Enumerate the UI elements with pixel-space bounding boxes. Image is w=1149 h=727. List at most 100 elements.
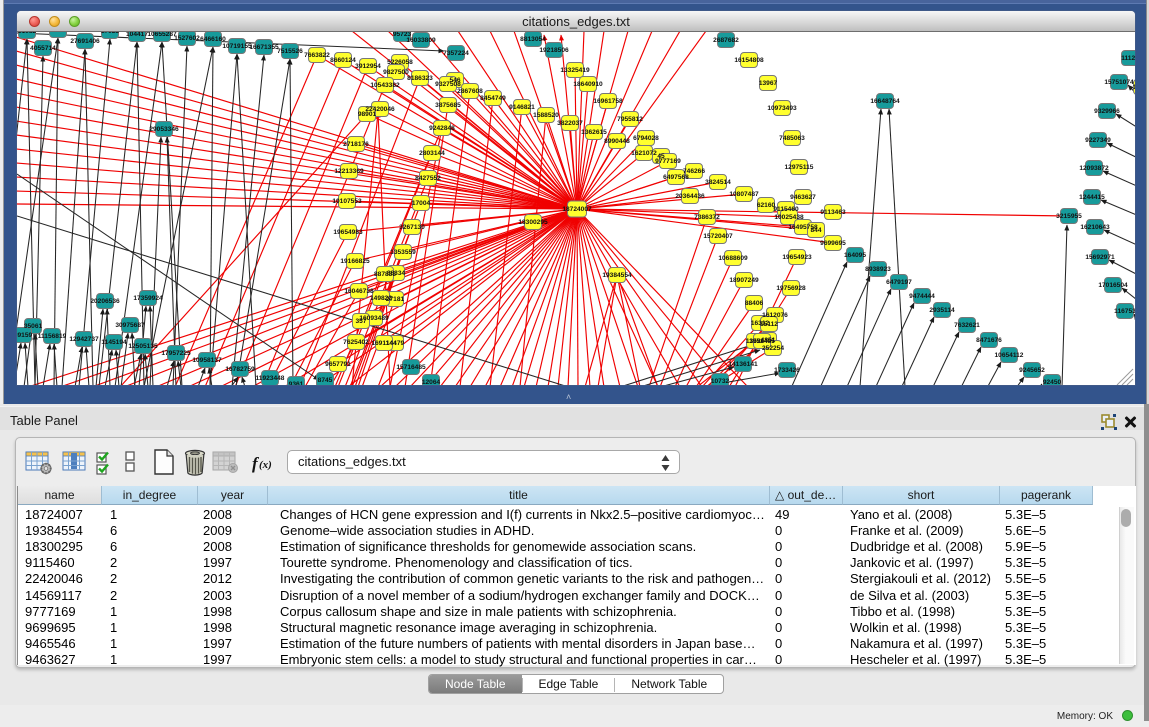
- svg-text:16154: 16154: [1133, 84, 1135, 91]
- svg-text:3875685: 3875685: [435, 102, 461, 109]
- svg-text:16210643: 16210643: [1080, 224, 1110, 231]
- svg-text:10688609: 10688609: [718, 255, 748, 262]
- svg-text:6479197: 6479197: [886, 279, 912, 286]
- svg-text:12942737: 12942737: [69, 336, 99, 343]
- svg-text:6794028: 6794028: [633, 135, 659, 142]
- svg-text:2718176: 2718176: [343, 141, 369, 148]
- svg-text:20206536: 20206536: [90, 298, 120, 305]
- svg-text:17957225: 17957225: [161, 350, 191, 357]
- svg-text:7386372: 7386372: [694, 214, 720, 221]
- svg-text:13325419: 13325419: [560, 67, 590, 74]
- svg-text:12064: 12064: [422, 379, 441, 386]
- svg-text:10107553: 10107553: [332, 198, 362, 205]
- svg-text:887833: 887833: [374, 271, 396, 278]
- svg-text:7955812: 7955812: [617, 116, 643, 123]
- svg-text:6497568: 6497568: [663, 174, 689, 181]
- svg-text:1527602: 1527602: [174, 35, 200, 42]
- svg-text:10719155: 10719155: [222, 43, 252, 50]
- svg-text:8813054: 8813054: [520, 36, 546, 43]
- svg-text:92450: 92450: [1043, 379, 1062, 386]
- svg-text:31082: 31082: [18, 32, 37, 35]
- svg-text:5226058: 5226058: [387, 59, 413, 66]
- svg-text:1612076: 1612076: [762, 312, 788, 319]
- svg-text:10958137: 10958137: [192, 357, 222, 364]
- svg-text:2803144: 2803144: [419, 150, 445, 157]
- svg-text:12975115: 12975115: [785, 164, 814, 171]
- svg-text:3822037: 3822037: [557, 120, 583, 127]
- svg-text:15112: 15112: [760, 321, 778, 328]
- svg-text:16782759: 16782759: [225, 366, 255, 373]
- svg-text:1952485: 1952485: [749, 338, 775, 345]
- svg-text:15720407: 15720407: [703, 233, 733, 240]
- svg-text:8660124: 8660124: [330, 57, 356, 64]
- svg-text:10732: 10732: [711, 378, 730, 385]
- svg-text:19218506: 19218506: [539, 47, 569, 54]
- svg-text:7485063: 7485063: [779, 135, 805, 142]
- svg-text:9361: 9361: [289, 381, 304, 386]
- svg-text:9327508: 9327508: [435, 81, 461, 88]
- svg-text:4055714: 4055714: [30, 45, 56, 52]
- svg-text:8471676: 8471676: [976, 337, 1002, 344]
- svg-text:10807487: 10807487: [729, 191, 759, 198]
- svg-text:(x): (x): [259, 459, 272, 471]
- svg-text:8454749: 8454749: [480, 95, 506, 102]
- svg-text:7632621: 7632621: [954, 322, 980, 329]
- svg-text:30975687: 30975687: [115, 322, 145, 329]
- svg-text:8427552: 8427552: [415, 175, 441, 182]
- svg-text:19384554: 19384554: [602, 272, 632, 279]
- svg-text:149822: 149822: [370, 295, 392, 302]
- svg-text:16033809: 16033809: [406, 37, 436, 44]
- svg-text:18724007: 18724007: [562, 206, 592, 213]
- svg-text:2867608: 2867608: [457, 88, 483, 95]
- svg-text:18300295: 18300295: [518, 219, 548, 226]
- svg-text:98901: 98901: [358, 111, 377, 118]
- svg-text:18907249: 18907249: [729, 277, 759, 284]
- svg-text:3267130: 3267130: [399, 224, 425, 231]
- svg-text:17025: 17025: [101, 32, 120, 35]
- svg-text:27691406: 27691406: [70, 38, 100, 45]
- svg-text:35061: 35061: [24, 323, 43, 330]
- svg-text:104417: 104417: [126, 32, 148, 38]
- svg-text:9699695: 9699695: [820, 240, 846, 247]
- svg-text:7625402: 7625402: [343, 339, 369, 346]
- svg-text:9329966: 9329966: [1094, 108, 1120, 115]
- svg-text:14136141: 14136141: [728, 361, 758, 368]
- svg-text:1588520: 1588520: [533, 112, 559, 119]
- svg-text:9242848: 9242848: [429, 125, 455, 132]
- svg-text:17016504: 17016504: [1098, 282, 1128, 289]
- svg-text:7515526: 7515526: [277, 48, 303, 55]
- svg-text:2935114: 2935114: [929, 307, 955, 314]
- svg-text:17359924: 17359924: [133, 295, 163, 302]
- svg-text:8990448: 8990448: [604, 138, 630, 145]
- svg-text:2687682: 2687682: [713, 37, 739, 44]
- svg-text:9115460: 9115460: [773, 206, 799, 213]
- svg-text:116753: 116753: [1114, 308, 1135, 315]
- svg-text:1621072: 1621072: [631, 150, 657, 157]
- svg-text:252254: 252254: [762, 345, 784, 352]
- svg-text:20931: 20931: [49, 32, 68, 34]
- svg-text:8186323: 8186323: [407, 75, 433, 82]
- svg-text:844: 844: [810, 227, 821, 234]
- svg-text:19166825: 19166825: [340, 258, 370, 265]
- svg-text:1244415: 1244415: [1079, 194, 1105, 201]
- svg-text:19654983: 19654983: [333, 229, 363, 236]
- svg-text:7357224: 7357224: [443, 50, 469, 57]
- svg-text:9113463: 9113463: [820, 209, 846, 216]
- svg-text:16154808: 16154808: [734, 57, 764, 64]
- svg-text:17004: 17004: [412, 200, 431, 207]
- svg-text:6466160: 6466160: [200, 36, 226, 43]
- svg-text:10654112: 10654112: [995, 352, 1024, 359]
- svg-text:15692971: 15692971: [1085, 254, 1115, 261]
- svg-text:1733426: 1733426: [774, 367, 800, 374]
- svg-text:88406: 88406: [745, 300, 764, 307]
- svg-text:3824514: 3824514: [705, 179, 731, 186]
- svg-text:9463627: 9463627: [790, 194, 816, 201]
- svg-text:9146821: 9146821: [509, 104, 535, 111]
- svg-text:13967: 13967: [759, 80, 778, 87]
- svg-text:9657791: 9657791: [325, 361, 351, 368]
- svg-text:9474444: 9474444: [909, 293, 935, 300]
- svg-text:1353559: 1353559: [390, 249, 416, 256]
- svg-text:9777169: 9777169: [655, 158, 681, 165]
- svg-text:16648764: 16648764: [870, 98, 900, 105]
- svg-text:10025438: 10025438: [774, 214, 804, 221]
